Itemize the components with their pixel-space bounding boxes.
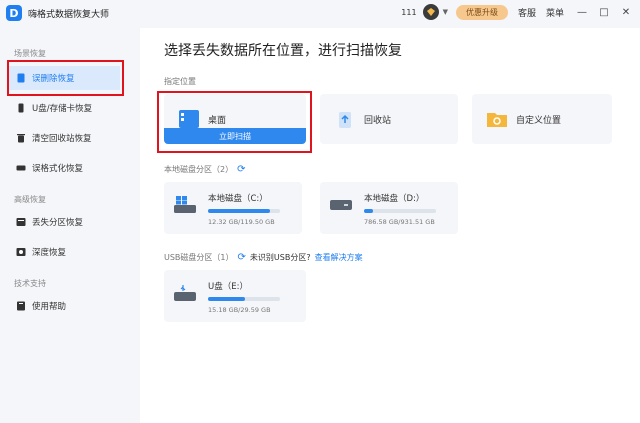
sidebar-item-label: 使用帮助 [32, 302, 67, 312]
menu-link[interactable]: 菜单 [546, 6, 564, 19]
usb-icon [16, 103, 26, 113]
sidebar-item-recycle-recovery[interactable]: 清空回收站恢复 [8, 126, 120, 150]
titlebar-controls: 111 ▼ 优惠升级 客服 菜单 — □ ✕ [401, 0, 640, 24]
sidebar-item-label: U盘/存储卡恢复 [32, 104, 93, 114]
folder-search-icon [486, 108, 508, 130]
sidebar-item-format-recovery[interactable]: 误格式化恢复 [8, 156, 120, 180]
upgrade-button[interactable]: 优惠升级 [455, 4, 508, 20]
location-card-recycle-bin[interactable]: 回收站 [320, 94, 458, 144]
disk-name: 本地磁盘（D:） [364, 194, 425, 204]
disk-size: 12.32 GB/119.50 GB [208, 218, 275, 226]
vip-badge-icon[interactable] [422, 4, 439, 20]
partition-icon [16, 217, 26, 227]
local-disks-label: 本地磁盘分区（2） ⟳ [164, 164, 246, 175]
sidebar-item-label: 清空回收站恢复 [32, 134, 92, 144]
disk-size: 15.18 GB/29.59 GB [208, 306, 271, 314]
disk-size: 786.58 GB/931.51 GB [364, 218, 435, 226]
minimize-icon[interactable]: — [574, 7, 590, 18]
user-id: 111 [401, 7, 417, 17]
disk-card-e[interactable]: U盘（E:） 15.18 GB/29.59 GB [164, 270, 306, 322]
chevron-down-icon[interactable]: ▼ [443, 8, 448, 16]
disk-name: U盘（E:） [208, 282, 248, 292]
sidebar-item-deep-recovery[interactable]: 深度恢复 [8, 240, 120, 264]
location-label: 回收站 [364, 115, 392, 126]
disk-usage-bar [364, 209, 436, 213]
book-icon [16, 301, 26, 311]
disk-card-c[interactable]: 本地磁盘（C:） 12.32 GB/119.50 GB [164, 182, 302, 234]
locations-label: 指定位置 [164, 77, 196, 86]
location-label: 自定义位置 [516, 115, 562, 126]
refresh-icon[interactable]: ⟳ [237, 164, 245, 175]
solution-link[interactable]: 查看解决方案 [315, 252, 363, 263]
disk-usage-bar [208, 297, 280, 301]
highlight-frame [7, 60, 124, 96]
app-logo: D [6, 5, 22, 21]
section-tech-support: 技术支持 [14, 279, 46, 288]
page-title: 选择丢失数据所在位置，进行扫描恢复 [164, 43, 402, 59]
disk-usage-bar [208, 209, 280, 213]
usb-disks-label: USB磁盘分区（1） ⟳ 未识别USB分区? 查看解决方案 [164, 252, 363, 263]
recycle-bin-icon [334, 108, 356, 130]
app-title: 嗨格式数据恢复大师 [28, 10, 110, 20]
sidebar-item-label: 深度恢复 [32, 248, 67, 258]
main-panel: 选择丢失数据所在位置，进行扫描恢复 指定位置 桌面 立即扫描 回收站 自定义位置… [140, 28, 640, 423]
section-scene-recovery: 场景恢复 [14, 49, 46, 58]
usb-unknown-text: 未识别USB分区? [249, 253, 311, 262]
section-advanced-recovery: 高级恢复 [14, 195, 46, 204]
trash-icon [16, 133, 26, 143]
sidebar-item-help[interactable]: 使用帮助 [8, 294, 120, 318]
service-link[interactable]: 客服 [518, 6, 536, 19]
close-icon[interactable]: ✕ [618, 7, 634, 18]
sidebar-item-usb-recovery[interactable]: U盘/存储卡恢复 [8, 96, 120, 120]
deep-scan-icon [16, 247, 26, 257]
title-bar: D 嗨格式数据恢复大师 111 ▼ 优惠升级 客服 菜单 — □ ✕ [0, 0, 640, 28]
disk-name: 本地磁盘（C:） [208, 194, 268, 204]
location-card-custom[interactable]: 自定义位置 [472, 94, 612, 144]
windows-drive-icon [174, 196, 196, 213]
sidebar-item-label: 误格式化恢复 [32, 164, 84, 174]
sidebar-item-label: 丢失分区恢复 [32, 218, 84, 228]
refresh-icon[interactable]: ⟳ [238, 252, 246, 263]
maximize-icon[interactable]: □ [596, 7, 612, 18]
highlight-frame [157, 91, 312, 153]
disk-card-d[interactable]: 本地磁盘（D:） 786.58 GB/931.51 GB [320, 182, 458, 234]
drive-icon [16, 163, 26, 173]
drive-icon [330, 200, 352, 210]
usb-drive-icon [174, 285, 196, 301]
sidebar-item-partition-recovery[interactable]: 丢失分区恢复 [8, 210, 120, 234]
